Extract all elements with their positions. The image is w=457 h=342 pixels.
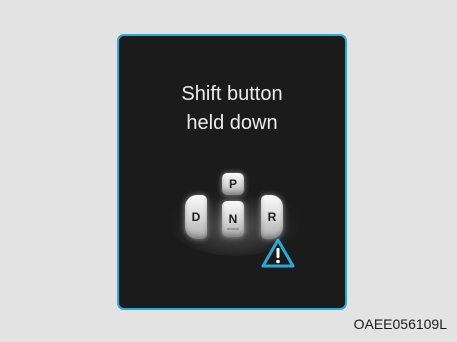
drive-button: D [185,195,207,239]
warning-triangle-icon [261,238,295,268]
message-line-1: Shift button [181,83,283,105]
message-line-2: held down [186,112,278,134]
neutral-button: N [222,201,244,237]
image-code: OAEE056109L [353,316,447,332]
park-button: P [222,173,244,195]
warning-message: Shift button held down [119,80,345,138]
cluster-display: Shift button held down P N D R [117,34,347,310]
reverse-button: R [261,195,283,239]
neutral-indicator-line [227,228,239,230]
